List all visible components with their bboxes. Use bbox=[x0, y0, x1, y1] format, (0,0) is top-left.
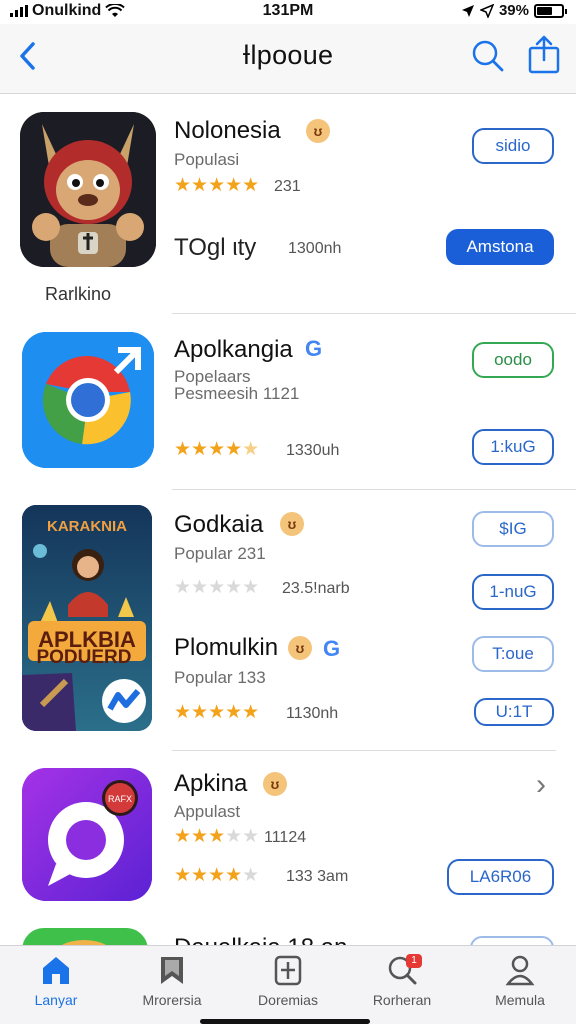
status-right: 39% bbox=[461, 2, 567, 19]
poster-sub: PODUERD bbox=[36, 647, 131, 668]
action-button[interactable]: T:oue bbox=[472, 636, 554, 672]
google-g-icon: G bbox=[323, 636, 341, 661]
chrome-like-icon bbox=[22, 332, 154, 468]
chevron-right-icon[interactable]: › bbox=[536, 768, 546, 802]
icon-badge-text: RAFX bbox=[108, 794, 132, 804]
emoji-badge: ʊ bbox=[263, 772, 287, 796]
section-caption: Rarlkino bbox=[45, 284, 112, 304]
navigation-bar: Ɨlpooue bbox=[0, 24, 576, 94]
emoji-badge: ʊ bbox=[306, 119, 330, 143]
action-button[interactable]: U:1T bbox=[474, 698, 554, 726]
app-name[interactable]: Godkaia bbox=[174, 511, 263, 539]
tab-search[interactable]: 1 Rorheran bbox=[352, 954, 452, 1018]
poster-title: KARAKNIA bbox=[47, 518, 127, 535]
app-subtitle: Popular 133 bbox=[174, 668, 266, 687]
battery-icon bbox=[534, 3, 567, 18]
install-button[interactable]: Amstona bbox=[446, 229, 554, 265]
action-button[interactable]: 1:kuG bbox=[472, 429, 554, 465]
notification-badge: 1 bbox=[406, 954, 422, 968]
share-icon[interactable] bbox=[526, 34, 562, 74]
game-poster-icon: KARAKNIA APLKBIA PODUERD bbox=[22, 505, 152, 731]
action-button[interactable]: sidio bbox=[472, 128, 554, 164]
rating-count: 231 bbox=[274, 178, 301, 195]
google-g-icon: G bbox=[305, 336, 323, 361]
app-name[interactable]: Nolonesia bbox=[174, 117, 281, 145]
rating-count: 11124 bbox=[264, 829, 307, 846]
person-icon bbox=[505, 955, 535, 986]
app-name[interactable]: Apolkangia bbox=[174, 336, 293, 364]
star-rating: ★★★★★ bbox=[174, 577, 260, 598]
location-outline-icon bbox=[479, 3, 494, 18]
search-icon[interactable] bbox=[470, 38, 506, 74]
star-rating: ★★★★★ bbox=[174, 702, 260, 723]
row-divider bbox=[172, 750, 556, 751]
location-icon bbox=[461, 4, 474, 17]
app-subtitle: Popular 231 bbox=[174, 544, 266, 563]
app-icon-apolkangia[interactable] bbox=[22, 332, 154, 468]
extra-label: TOgl ιty bbox=[174, 234, 257, 261]
bookmark-icon bbox=[161, 957, 183, 984]
app-subtitle-secondary: Pesmeesih 1121 bbox=[174, 384, 300, 403]
row-divider bbox=[172, 489, 576, 490]
star-rating: ★★★★★ bbox=[174, 175, 260, 196]
app-icon-nolonesia[interactable] bbox=[20, 112, 156, 267]
tab-home[interactable]: Lanyar bbox=[6, 954, 106, 1018]
tab-bar: Lanyar Mrorersia Doremias 1 Rorheran Mem… bbox=[0, 945, 576, 1024]
emoji-badge: ʊ bbox=[280, 512, 304, 536]
app-icon-godkaia[interactable]: KARAKNIA APLKBIA PODUERD bbox=[22, 505, 152, 731]
tab-label: Rorheran bbox=[372, 992, 432, 1008]
tab-label: Lanyar bbox=[34, 992, 78, 1008]
app-subtitle: Appulast bbox=[174, 802, 241, 821]
plus-box-icon bbox=[274, 955, 302, 986]
emoji-badge: ʊ bbox=[288, 636, 312, 660]
tab-profile[interactable]: Memula bbox=[470, 954, 570, 1018]
app-size: 23.5!narb bbox=[282, 580, 350, 597]
home-indicator bbox=[200, 1019, 370, 1024]
price-button[interactable]: $IG bbox=[472, 511, 554, 547]
action-button[interactable]: 1-nuG bbox=[472, 574, 554, 610]
chat-bubble-icon: RAFX bbox=[22, 768, 152, 901]
tab-bookmarks[interactable]: Mrorersia bbox=[122, 954, 222, 1018]
cartoon-bear-icon bbox=[20, 112, 156, 267]
tab-label: Mrorersia bbox=[142, 992, 202, 1008]
row-divider bbox=[172, 313, 576, 314]
tab-add[interactable]: Doremias bbox=[238, 954, 338, 1018]
action-button[interactable]: LA6R06 bbox=[447, 859, 554, 895]
app-name[interactable]: Plomulkin bbox=[174, 634, 278, 662]
app-size: 1330uh bbox=[286, 442, 340, 459]
open-button[interactable]: oodo bbox=[472, 342, 554, 378]
star-rating-secondary: ★★★★★ bbox=[174, 826, 260, 847]
battery-percent: 39% bbox=[498, 2, 529, 19]
app-icon-apkina[interactable]: RAFX bbox=[22, 768, 152, 901]
app-subtitle: Populasi bbox=[174, 150, 240, 169]
app-size: 1300nh bbox=[288, 240, 342, 257]
tab-label: Doremias bbox=[258, 992, 318, 1008]
home-icon bbox=[43, 957, 69, 984]
star-rating: ★★★★★ bbox=[174, 439, 260, 460]
status-bar: Onulkind 131PM 39% bbox=[0, 0, 576, 24]
app-size: 133 3am bbox=[286, 868, 349, 885]
app-name[interactable]: Apkina bbox=[174, 770, 247, 798]
app-size: 1130nh bbox=[286, 705, 339, 722]
tab-label: Memula bbox=[495, 992, 545, 1008]
star-rating: ★★★★★ bbox=[174, 865, 260, 886]
